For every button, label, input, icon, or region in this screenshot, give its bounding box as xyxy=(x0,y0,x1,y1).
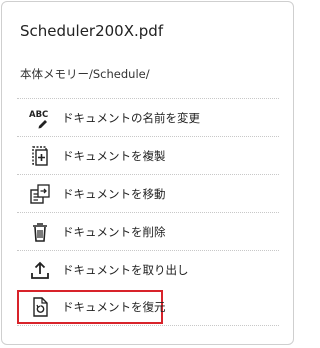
menu-item-label: ドキュメントを削除 xyxy=(62,224,166,239)
menu-item-label: ドキュメントの名前を変更 xyxy=(62,110,200,125)
document-title: Scheduler200X.pdf xyxy=(20,22,164,40)
menu-item-label: ドキュメントを複製 xyxy=(62,148,166,163)
duplicate-document-icon xyxy=(28,144,52,168)
rename-abc-icon: ABC xyxy=(28,106,52,130)
menu-item-delete[interactable]: ドキュメントを削除 xyxy=(17,212,279,250)
menu-item-restore[interactable]: ドキュメントを復元 xyxy=(17,290,166,324)
document-action-menu: ABC ドキュメントの名前を変更 ドキュメントを複製 ドキュメントを移動 ドキュ… xyxy=(17,98,279,326)
menu-item-duplicate[interactable]: ドキュメントを複製 xyxy=(17,136,279,174)
menu-item-label: ドキュメントを復元 xyxy=(62,300,166,314)
menu-item-export[interactable]: ドキュメントを取り出し xyxy=(17,250,279,288)
menu-item-label: ドキュメントを移動 xyxy=(62,186,166,201)
move-document-icon xyxy=(28,182,52,206)
trash-icon xyxy=(28,220,52,244)
document-actions-panel: Scheduler200X.pdf 本体メモリー/Schedule/ ABC ド… xyxy=(1,1,294,345)
menu-item-move[interactable]: ドキュメントを移動 xyxy=(17,174,279,212)
menu-divider xyxy=(17,325,279,326)
menu-item-label: ドキュメントを取り出し xyxy=(62,262,189,277)
document-path: 本体メモリー/Schedule/ xyxy=(20,67,150,81)
svg-text:ABC: ABC xyxy=(29,110,48,120)
menu-item-rename[interactable]: ABC ドキュメントの名前を変更 xyxy=(17,98,279,136)
restore-document-icon xyxy=(28,295,52,319)
export-upload-icon xyxy=(28,258,52,282)
